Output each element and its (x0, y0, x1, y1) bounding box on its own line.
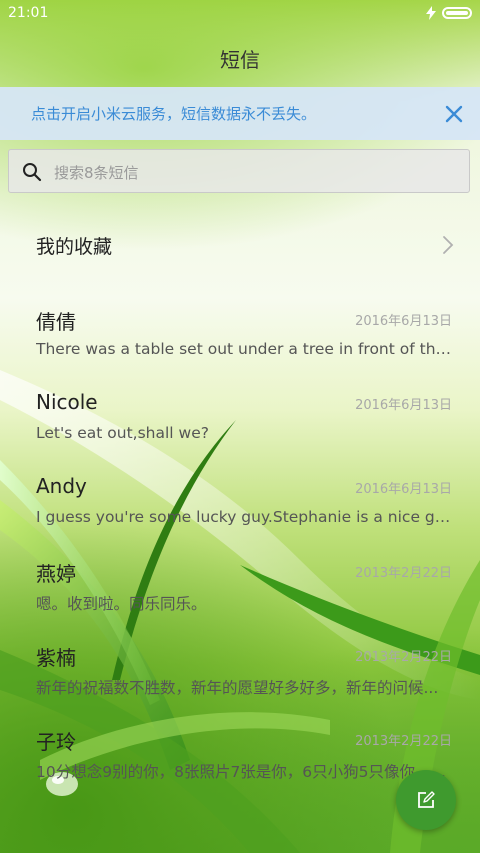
chevron-right-icon (443, 236, 454, 254)
message-preview: 10分想念9别的你，8张照片7张是你，6只小狗5只像你，4... (36, 763, 454, 781)
message-preview: 新年的祝福数不胜数，新年的愿望好多好多，新年的问候... (36, 679, 439, 697)
message-preview: Let's eat out,shall we? (36, 424, 209, 442)
close-icon[interactable] (442, 102, 466, 126)
message-date: 2013年2月22日 (355, 734, 452, 749)
contact-name: Nicole (36, 390, 98, 414)
message-item[interactable]: 燕婷 2013年2月22日 嗯。收到啦。同乐同乐。 (0, 558, 480, 638)
message-date: 2013年2月22日 (355, 650, 452, 665)
contact-name: 倩倩 (36, 310, 76, 334)
message-date: 2016年6月13日 (355, 314, 452, 329)
compose-icon (418, 791, 435, 808)
status-time: 21:01 (8, 5, 49, 21)
contact-name: Andy (36, 474, 87, 498)
message-item[interactable]: 倩倩 2016年6月13日 There was a table set out … (0, 306, 480, 386)
compose-button[interactable] (396, 770, 456, 830)
cloud-banner-text[interactable]: 点击开启小米云服务，短信数据永不丢失。 (31, 103, 316, 124)
contact-name: 紫楠 (36, 646, 76, 670)
favorites-row[interactable]: 我的收藏 (0, 214, 480, 274)
search-icon (23, 163, 42, 182)
message-item[interactable]: 紫楠 2013年2月22日 新年的祝福数不胜数，新年的愿望好多好多，新年的问候.… (0, 642, 480, 722)
contact-name: 燕婷 (36, 562, 76, 586)
status-icons (426, 6, 472, 20)
message-date: 2016年6月13日 (355, 398, 452, 413)
charging-bolt-icon (426, 6, 436, 20)
message-item[interactable]: Nicole 2016年6月13日 Let's eat out,shall we… (0, 390, 480, 470)
cloud-service-banner[interactable]: 点击开启小米云服务，短信数据永不丢失。 (0, 87, 480, 140)
contact-name: 子玲 (36, 730, 76, 754)
battery-icon (442, 7, 472, 19)
status-bar: 21:01 (0, 0, 480, 28)
message-date: 2013年2月22日 (355, 566, 452, 581)
search-input[interactable]: 搜索8条短信 (8, 149, 470, 193)
page-title: 短信 (220, 48, 260, 72)
message-date: 2016年6月13日 (355, 482, 452, 497)
search-placeholder: 搜索8条短信 (54, 164, 139, 182)
message-preview: 嗯。收到啦。同乐同乐。 (36, 595, 207, 613)
message-preview: There was a table set out under a tree i… (36, 340, 454, 358)
message-item[interactable]: Andy 2016年6月13日 I guess you're some luck… (0, 474, 480, 554)
favorites-label: 我的收藏 (36, 236, 113, 258)
message-preview: I guess you're some lucky guy.Stephanie … (36, 508, 454, 526)
